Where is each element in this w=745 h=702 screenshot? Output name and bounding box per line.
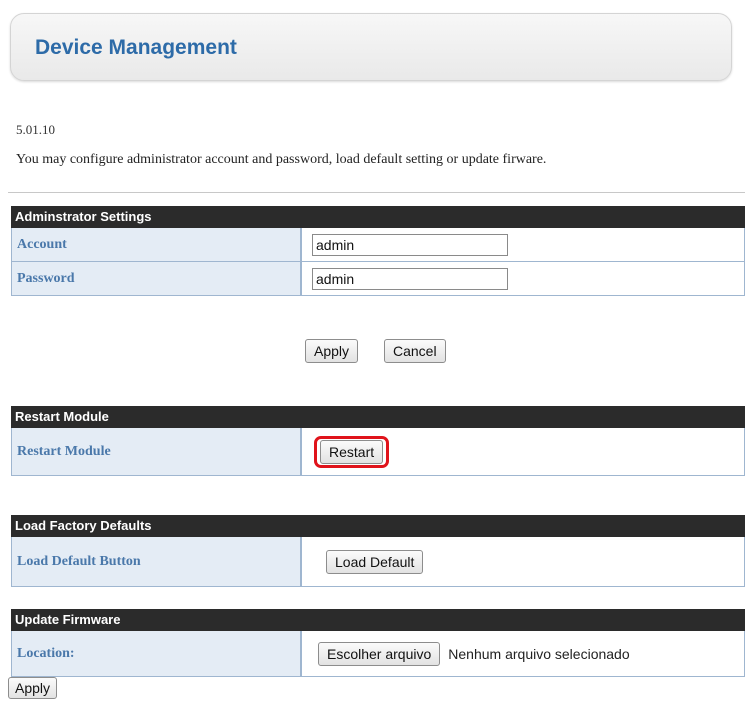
location-label: Location: xyxy=(12,631,302,676)
admin-cancel-button[interactable]: Cancel xyxy=(384,339,446,363)
account-input[interactable] xyxy=(312,233,508,256)
password-row: Password xyxy=(11,262,745,296)
page-title-panel: Device Management xyxy=(10,13,732,81)
firmware-version: 5.01.10 xyxy=(16,122,55,137)
no-file-selected-text: Nenhum arquivo selecionado xyxy=(448,645,630,662)
restart-button[interactable]: Restart xyxy=(320,439,384,464)
page-description: You may configure administrator account … xyxy=(16,152,547,167)
update-firmware-header: Update Firmware xyxy=(11,609,745,631)
password-input[interactable] xyxy=(312,267,508,290)
admin-apply-button[interactable]: Apply xyxy=(305,339,359,363)
load-default-row: Load Default Button Load Default xyxy=(11,537,745,587)
restart-module-header: Restart Module xyxy=(11,406,745,428)
divider xyxy=(8,192,745,193)
admin-settings-header: Adminstrator Settings xyxy=(11,206,745,228)
account-row: Account xyxy=(11,228,745,262)
choose-file-button[interactable]: Escolher arquivo xyxy=(318,641,441,666)
password-label: Password xyxy=(12,262,302,295)
location-row: Location: Escolher arquivo Nenhum arquiv… xyxy=(11,631,745,677)
load-default-label: Load Default Button xyxy=(12,537,302,586)
account-label: Account xyxy=(12,228,302,261)
factory-defaults-header: Load Factory Defaults xyxy=(11,515,745,537)
firmware-apply-button[interactable]: Apply xyxy=(8,677,58,699)
load-default-button[interactable]: Load Default xyxy=(326,549,424,574)
restart-module-label: Restart Module xyxy=(12,428,302,475)
page-title: Device Management xyxy=(35,36,237,59)
restart-row: Restart Module Restart xyxy=(11,428,745,476)
